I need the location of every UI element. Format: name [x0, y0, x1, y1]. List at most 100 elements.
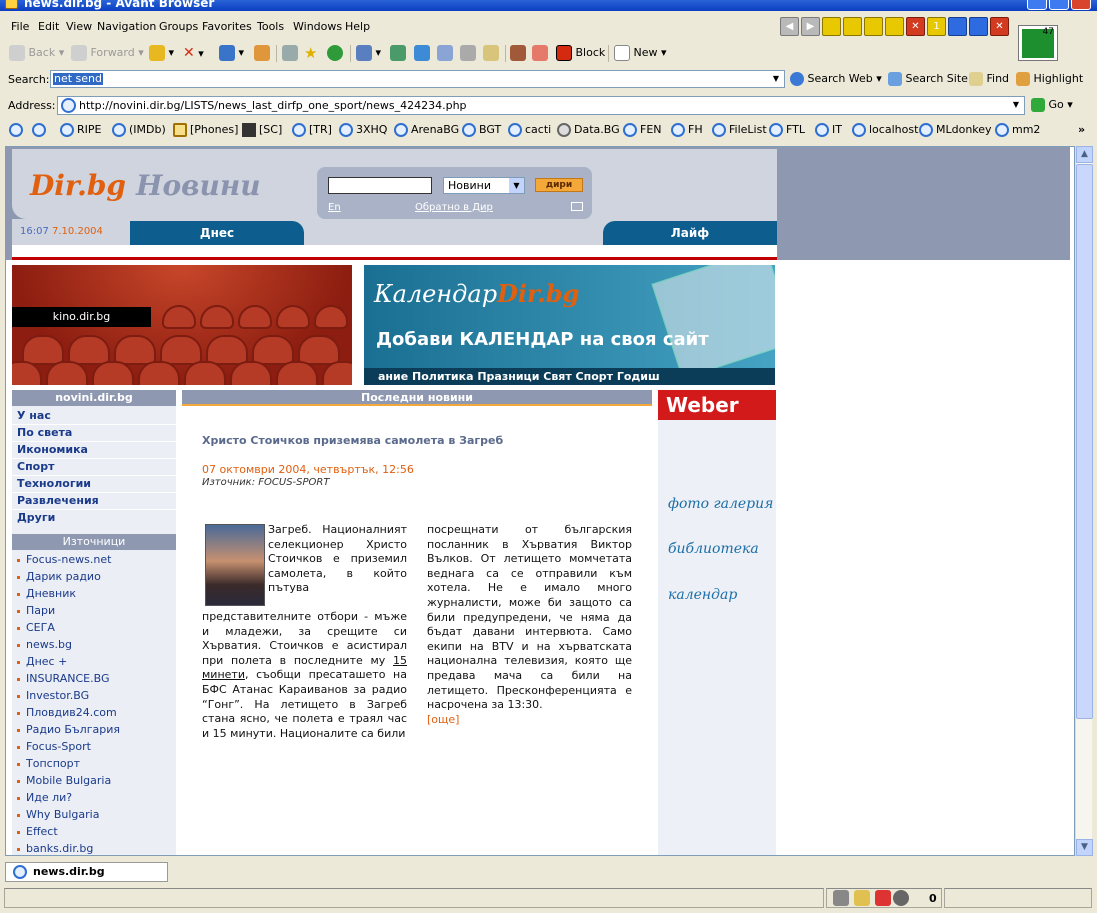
mail-icon[interactable]: [571, 202, 583, 211]
source-link[interactable]: Дневник: [17, 585, 76, 602]
forward-button[interactable]: Forward ▾: [71, 42, 144, 64]
minimize-button[interactable]: [1027, 0, 1047, 10]
new-button[interactable]: New ▾: [614, 42, 667, 64]
link-mldonkey[interactable]: MLdonkey: [919, 123, 992, 137]
menu-file[interactable]: File: [11, 20, 29, 33]
link-databg[interactable]: Data.BG: [557, 123, 620, 137]
tile-horizontal-icon[interactable]: [843, 17, 862, 36]
tab-today[interactable]: Днес: [130, 221, 304, 245]
link-arenabg[interactable]: ArenaBG: [394, 123, 459, 137]
address-input[interactable]: http://novini.dir.bg/LISTS/news_last_dir…: [57, 96, 1025, 115]
cascade-icon[interactable]: [822, 17, 841, 36]
find-button[interactable]: Find: [969, 68, 1009, 90]
vertical-scrollbar[interactable]: ▲ ▼: [1075, 146, 1093, 856]
links-overflow-chevron[interactable]: »: [1078, 123, 1085, 136]
block-button[interactable]: Block: [556, 42, 605, 64]
search-site-button[interactable]: Search Site: [888, 68, 968, 90]
site-search-select[interactable]: Новини ▼: [443, 177, 525, 194]
link-cacti[interactable]: cacti: [508, 123, 551, 137]
nav-item-tehnologii[interactable]: Технологии: [17, 476, 91, 492]
read-more-link[interactable]: [още]: [427, 713, 459, 726]
highlight-button[interactable]: Highlight: [1016, 68, 1083, 90]
refresh-button[interactable]: ▾: [219, 42, 244, 64]
photo-gallery-link[interactable]: фото галерия: [668, 496, 773, 512]
link-back-to-dir[interactable]: Обратно в Дир: [415, 202, 493, 213]
tab-restore-button[interactable]: [969, 17, 988, 36]
scroll-up-button[interactable]: ▲: [1076, 146, 1093, 163]
tile-vertical-icon[interactable]: [864, 17, 883, 36]
chevron-down-icon[interactable]: ▼: [769, 72, 783, 86]
search-input[interactable]: net send ▼: [50, 70, 785, 88]
search-button[interactable]: [282, 42, 298, 64]
source-link[interactable]: СЕГА: [17, 619, 55, 636]
link-english[interactable]: En: [328, 202, 341, 213]
home-button[interactable]: [254, 42, 270, 64]
menu-navigation[interactable]: Navigation: [97, 20, 156, 33]
chevron-down-icon[interactable]: ▼: [1009, 98, 1023, 112]
link-sc[interactable]: [SC]: [242, 123, 282, 137]
link-3xhq[interactable]: 3XHQ: [339, 123, 387, 137]
link-filelist[interactable]: FileList: [712, 123, 767, 137]
menu-favorites[interactable]: Favorites: [202, 20, 252, 33]
skin-button[interactable]: [390, 42, 406, 64]
stop-button[interactable]: ✕ ▾: [183, 42, 204, 64]
source-link[interactable]: Effect: [17, 823, 58, 840]
tab-close-button[interactable]: ✕: [990, 17, 1009, 36]
nav-item-sport[interactable]: Спорт: [17, 459, 54, 475]
tab-life[interactable]: Лайф: [603, 221, 777, 245]
menu-windows[interactable]: Windows: [293, 20, 342, 33]
favorites-button[interactable]: ★: [304, 42, 317, 64]
calendar-link[interactable]: календар: [668, 587, 737, 603]
source-link[interactable]: Днес +: [17, 653, 67, 670]
go-button[interactable]: Go ▾: [1031, 94, 1073, 116]
link-localhost[interactable]: localhost: [852, 123, 918, 137]
nav-header[interactable]: novini.dir.bg: [12, 390, 176, 406]
print-button[interactable]: [460, 42, 476, 64]
nav-item-drugi[interactable]: Други: [17, 510, 55, 526]
weber-banner[interactable]: Weber: [658, 390, 776, 420]
close-all-tabs-icon[interactable]: ✕: [906, 17, 925, 36]
source-link[interactable]: Пловдив24.com: [17, 704, 117, 721]
scroll-down-button[interactable]: ▼: [1076, 839, 1093, 856]
maximize-tab-icon[interactable]: [885, 17, 904, 36]
source-link[interactable]: Why Bulgaria: [17, 806, 99, 823]
source-link[interactable]: Mobile Bulgaria: [17, 772, 111, 789]
link-imdb[interactable]: (IMDb): [112, 123, 166, 137]
library-link[interactable]: библиотека: [668, 541, 759, 557]
site-search-button[interactable]: дири: [535, 178, 583, 192]
nav-item-po-sveta[interactable]: По света: [17, 425, 72, 441]
source-link[interactable]: news.bg: [17, 636, 72, 653]
tab-minimize-button[interactable]: [948, 17, 967, 36]
menu-tools[interactable]: Tools: [257, 20, 284, 33]
nav-item-ikonomika[interactable]: Икономика: [17, 442, 88, 458]
nav-item-u-nas[interactable]: У нас: [17, 408, 51, 424]
flash-block-button[interactable]: [532, 42, 548, 64]
source-link[interactable]: banks.dir.bg: [17, 840, 93, 855]
prev-tab-button[interactable]: ◀: [780, 17, 799, 36]
link-fh[interactable]: FH: [671, 123, 703, 137]
menu-help[interactable]: Help: [345, 20, 370, 33]
source-link[interactable]: Дарик радио: [17, 568, 101, 585]
next-tab-button[interactable]: ▶: [801, 17, 820, 36]
history-button[interactable]: [327, 42, 343, 64]
source-link[interactable]: Топспорт: [17, 755, 80, 772]
single-window-button[interactable]: 1: [927, 17, 946, 36]
maximize-button[interactable]: [1049, 0, 1069, 10]
menu-groups[interactable]: Groups: [159, 20, 198, 33]
source-link[interactable]: Пари: [17, 602, 55, 619]
scroll-thumb[interactable]: [1076, 164, 1093, 719]
back-button[interactable]: Back ▾: [9, 42, 64, 64]
source-link[interactable]: Радио България: [17, 721, 120, 738]
nav-item-razvlecheniya[interactable]: Развлечения: [17, 493, 99, 509]
menu-view[interactable]: View: [66, 20, 92, 33]
mail-button[interactable]: [483, 42, 499, 64]
source-link[interactable]: INSURANCE.BG: [17, 670, 109, 687]
close-button[interactable]: [1071, 0, 1091, 10]
links-icon-2[interactable]: [32, 123, 49, 137]
up-button[interactable]: ▾: [149, 42, 174, 64]
source-link[interactable]: Focus-Sport: [17, 738, 91, 755]
link-tr[interactable]: [TR]: [292, 123, 332, 137]
calendar-banner[interactable]: КалендарDir.bg Добави КАЛЕНДАР на своя с…: [364, 265, 775, 385]
menu-edit[interactable]: Edit: [38, 20, 59, 33]
site-search-input[interactable]: [328, 177, 432, 194]
